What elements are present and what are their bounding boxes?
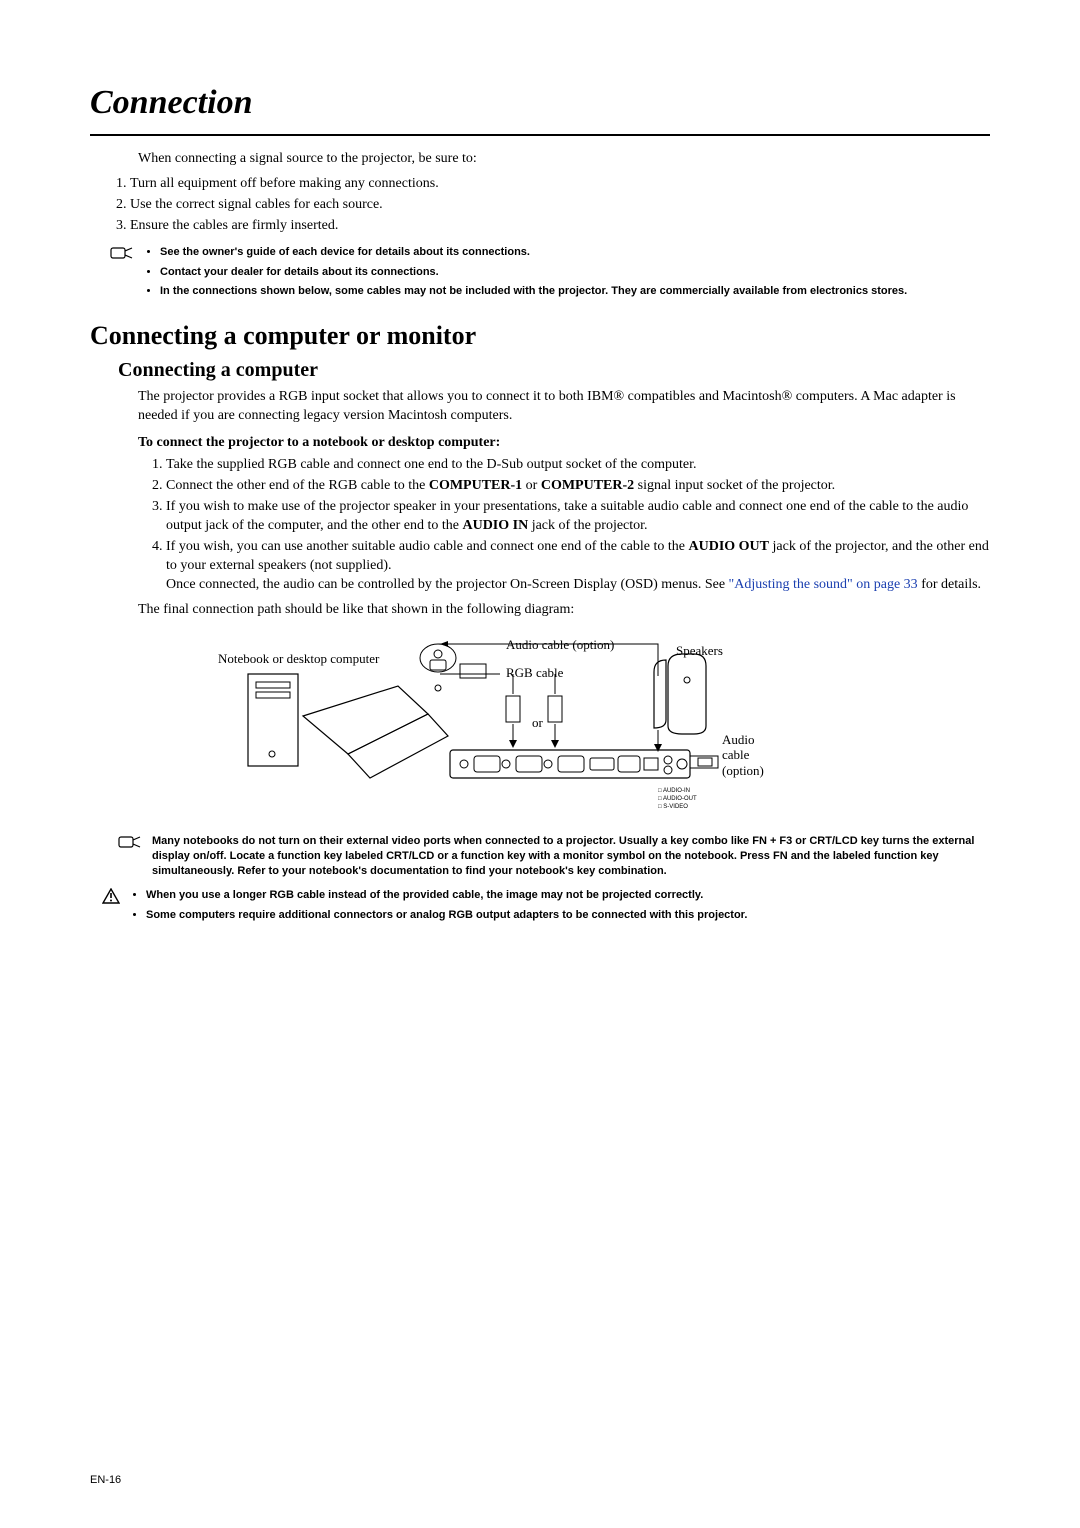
note1-item-3: In the connections shown below, some cab…	[160, 284, 907, 299]
connection-diagram: Notebook or desktop computer Audio cable…	[138, 636, 838, 816]
note-list-1: See the owner's guide of each device for…	[144, 245, 907, 303]
svg-text:□ AUDIO-IN: □ AUDIO-IN	[658, 788, 690, 794]
label-audio-cable-option-top: Audio cable (option)	[506, 636, 614, 654]
page-title: Connection	[90, 80, 990, 130]
step-4: If you wish, you can use another suitabl…	[166, 538, 990, 595]
label-audio-cable-option-right: Audio cable (option)	[722, 732, 782, 779]
label-rgb-cable: RGB cable	[506, 664, 563, 682]
warn-item-1: When you use a longer RGB cable instead …	[146, 888, 747, 904]
intro-item-3: Ensure the cables are firmly inserted.	[130, 217, 990, 236]
note-icon	[118, 834, 144, 880]
step-3: If you wish to make use of the projector…	[166, 498, 990, 536]
intro-item-2: Use the correct signal cables for each s…	[130, 196, 990, 215]
title-rule	[90, 134, 990, 136]
step-2: Connect the other end of the RGB cable t…	[166, 477, 990, 496]
note1-item-1: See the owner's guide of each device for…	[160, 245, 907, 260]
label-notebook: Notebook or desktop computer	[218, 650, 379, 668]
heading-connecting-computer-or-monitor: Connecting a computer or monitor	[90, 318, 990, 353]
warning-icon	[102, 888, 122, 928]
label-speakers: Speakers	[676, 642, 723, 660]
final-line: The final connection path should be like…	[138, 601, 990, 620]
intro-list: Turn all equipment off before making any…	[90, 175, 990, 236]
warning-list: When you use a longer RGB cable instead …	[130, 888, 747, 928]
intro-item-1: Turn all equipment off before making any…	[130, 175, 990, 194]
paragraph-1: The projector provides a RGB input socke…	[138, 388, 990, 426]
link-adjusting-sound[interactable]: "Adjusting the sound" on page 33	[729, 577, 918, 592]
page-number: EN-16	[90, 1473, 121, 1488]
note-icon	[110, 245, 136, 303]
svg-text:□ S-VIDEO: □ S-VIDEO	[658, 804, 688, 810]
bottom-note-text: Many notebooks do not turn on their exte…	[152, 834, 990, 880]
note1-item-2: Contact your dealer for details about it…	[160, 265, 907, 280]
svg-text:□ AUDIO-OUT: □ AUDIO-OUT	[658, 796, 697, 802]
intro-text: When connecting a signal source to the p…	[138, 150, 990, 169]
step-1: Take the supplied RGB cable and connect …	[166, 456, 990, 475]
connection-steps: Take the supplied RGB cable and connect …	[138, 456, 990, 594]
heading-connecting-computer: Connecting a computer	[118, 357, 990, 384]
label-or: or	[532, 714, 543, 732]
warn-item-2: Some computers require additional connec…	[146, 908, 747, 924]
subheading-to-connect: To connect the projector to a notebook o…	[138, 434, 990, 453]
